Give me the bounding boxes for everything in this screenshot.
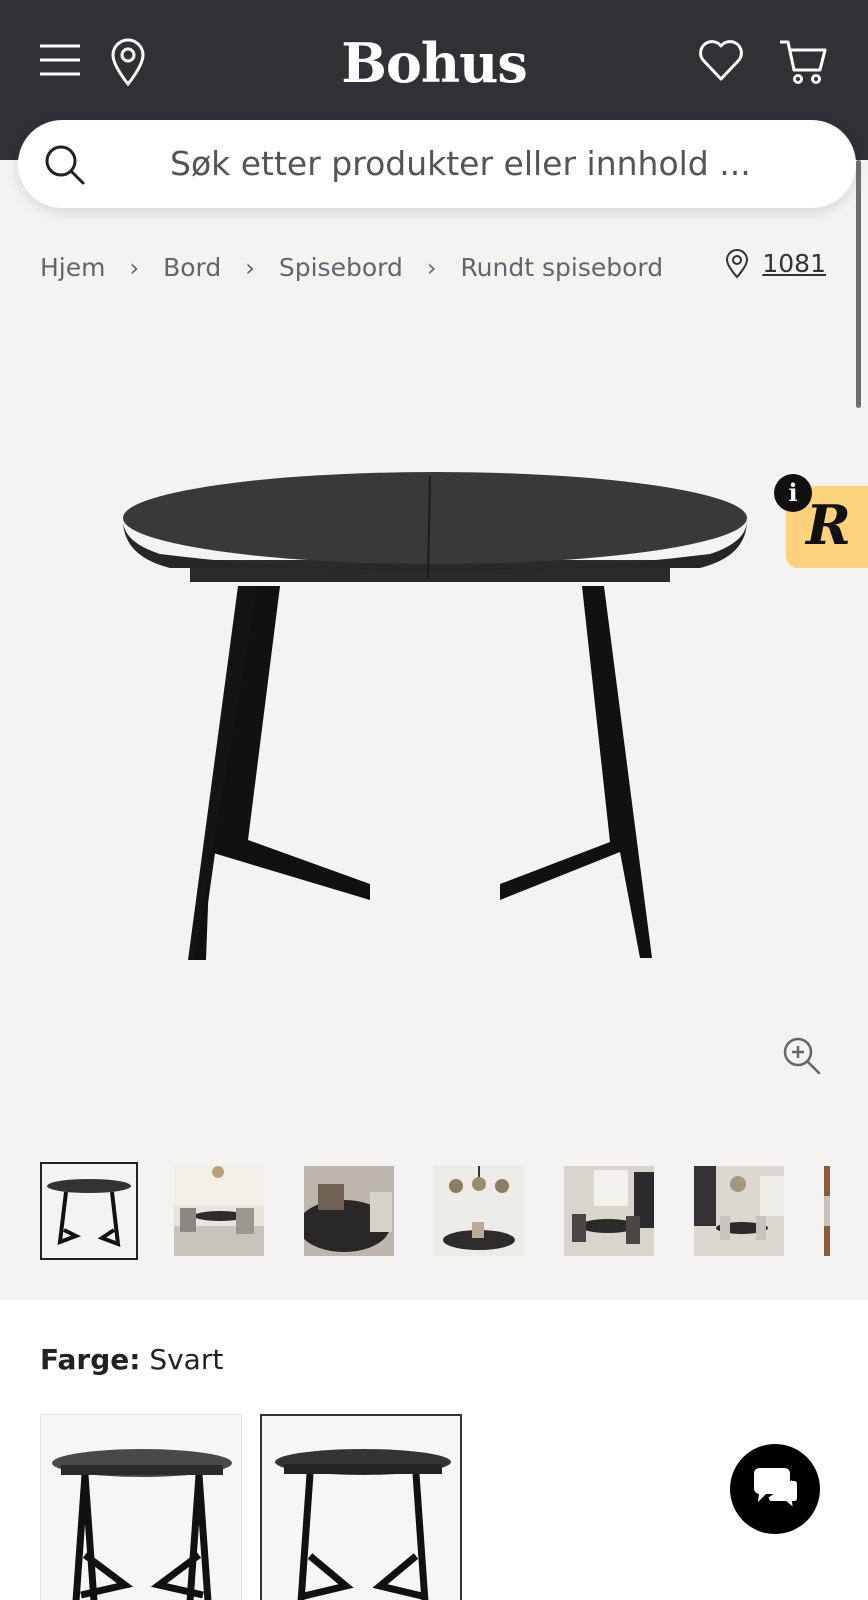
color-label: Farge: [40, 1343, 141, 1376]
thumbnail-strip [40, 1162, 830, 1260]
location-pin-icon[interactable] [110, 38, 146, 86]
chat-icon [754, 1468, 799, 1512]
store-number[interactable]: 1081 [762, 246, 826, 282]
product-image[interactable] [110, 470, 760, 980]
scrollbar[interactable] [856, 160, 861, 408]
thumbnail-1[interactable] [40, 1162, 138, 1260]
review-badge-letter: R [806, 493, 851, 557]
color-swatch-1[interactable] [40, 1414, 242, 1600]
info-icon[interactable]: i [774, 474, 812, 512]
search-placeholder[interactable]: Søk etter produkter eller innhold ... [170, 144, 751, 184]
store-selector[interactable]: 1081 [724, 246, 826, 282]
heart-icon[interactable] [698, 38, 744, 82]
breadcrumb: Hjem › Bord › Spisebord › Rundt spisebor… [40, 248, 663, 288]
thumbnail-2[interactable] [174, 1166, 264, 1256]
menu-icon[interactable] [38, 42, 82, 78]
chevron-right-icon: › [245, 254, 255, 282]
breadcrumb-bord[interactable]: Bord [163, 250, 221, 286]
search-input[interactable]: Søk etter produkter eller innhold ... [18, 120, 856, 208]
bohus-logo[interactable]: Bohus [334, 30, 534, 96]
color-selection: Farge: Svart [40, 1340, 223, 1380]
breadcrumb-rundt-spisebord[interactable]: Rundt spisebord [460, 250, 663, 286]
chevron-right-icon: › [426, 254, 437, 282]
breadcrumb-spisebord[interactable]: Spisebord [279, 250, 403, 286]
thumbnail-6[interactable] [694, 1166, 784, 1256]
chat-button[interactable] [730, 1444, 820, 1534]
search-icon[interactable] [44, 144, 86, 186]
color-value: Svart [149, 1343, 224, 1376]
cart-icon[interactable] [778, 36, 828, 86]
thumbnail-7[interactable] [824, 1166, 830, 1256]
breadcrumb-home[interactable]: Hjem [40, 250, 105, 286]
chevron-right-icon: › [129, 254, 140, 282]
thumbnail-5[interactable] [564, 1166, 654, 1256]
location-pin-icon [726, 249, 749, 279]
zoom-in-icon[interactable] [782, 1036, 822, 1076]
thumbnail-3[interactable] [304, 1166, 394, 1256]
color-swatch-2[interactable] [260, 1414, 462, 1600]
thumbnail-4[interactable] [434, 1166, 524, 1256]
